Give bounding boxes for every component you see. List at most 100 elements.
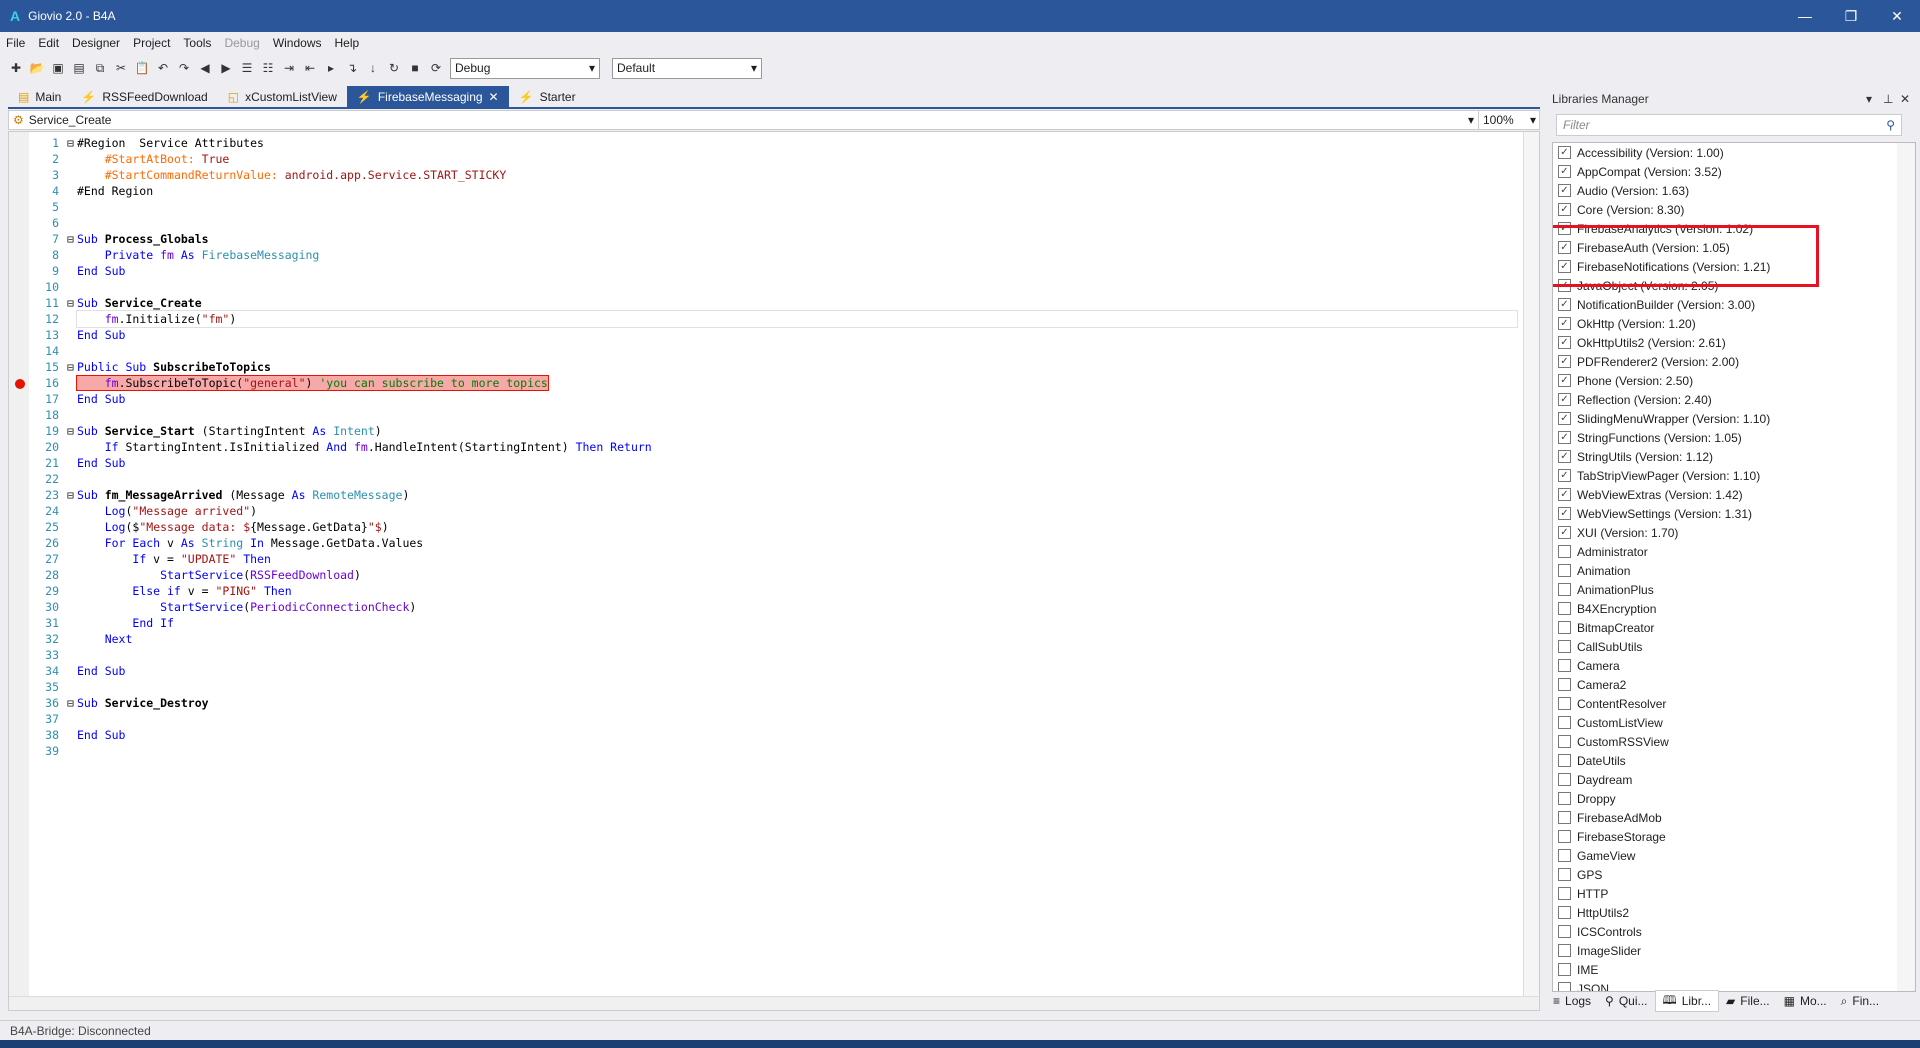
code-line[interactable]: 34 End Sub	[29, 663, 1517, 679]
step-into-icon[interactable]: ↓	[365, 60, 381, 76]
uncomment-icon[interactable]: ☷	[260, 60, 276, 76]
library-checkbox[interactable]	[1558, 963, 1571, 976]
library-checkbox[interactable]	[1558, 792, 1571, 805]
library-checkbox[interactable]: ✓	[1558, 393, 1571, 406]
code-line[interactable]: 2 #StartAtBoot: True	[29, 151, 1517, 167]
library-item[interactable]: HttpUtils2	[1553, 903, 1915, 922]
menu-project[interactable]: Project	[133, 36, 170, 50]
code-line[interactable]: 30 StartService(PeriodicConnectionCheck)	[29, 599, 1517, 615]
library-checkbox[interactable]	[1558, 906, 1571, 919]
code-line[interactable]: 28 StartService(RSSFeedDownload)	[29, 567, 1517, 583]
code-line[interactable]: 9 End Sub	[29, 263, 1517, 279]
panel-menu-icon[interactable]: ▾	[1866, 92, 1872, 106]
library-checkbox[interactable]	[1558, 659, 1571, 672]
library-checkbox[interactable]: ✓	[1558, 412, 1571, 425]
code-line[interactable]: 23 ⊟ Sub fm_MessageArrived (Message As Rem…	[29, 487, 1517, 503]
library-checkbox[interactable]	[1558, 640, 1571, 653]
menu-tools[interactable]: Tools	[183, 36, 211, 50]
restore-button[interactable]: ❐	[1828, 0, 1874, 32]
library-item[interactable]: ✓ XUI (Version: 1.70)	[1553, 523, 1915, 542]
library-item[interactable]: Administrator	[1553, 542, 1915, 561]
paste-icon[interactable]: 📋	[134, 60, 150, 76]
library-item[interactable]: ✓ Accessibility (Version: 1.00)	[1553, 143, 1915, 162]
stop-icon[interactable]: ■	[407, 60, 423, 76]
tab-starter[interactable]: ⚡ Starter	[509, 86, 586, 107]
code-line[interactable]: 36 ⊟ Sub Service_Destroy	[29, 695, 1517, 711]
copy-icon[interactable]: ⧉	[92, 60, 108, 76]
code-line[interactable]: 26 For Each v As String In Message.GetDa…	[29, 535, 1517, 551]
library-item[interactable]: ✓ Reflection (Version: 2.40)	[1553, 390, 1915, 409]
library-item[interactable]: ✓ PDFRenderer2 (Version: 2.00)	[1553, 352, 1915, 371]
library-checkbox[interactable]	[1558, 735, 1571, 748]
restart-icon[interactable]: ⟳	[428, 60, 444, 76]
code-line[interactable]: 38 End Sub	[29, 727, 1517, 743]
library-checkbox[interactable]: ✓	[1558, 165, 1571, 178]
library-checkbox[interactable]	[1558, 868, 1571, 881]
tab-rssfeeddownload[interactable]: ⚡ RSSFeedDownload	[71, 86, 217, 107]
vertical-scrollbar[interactable]	[1523, 132, 1539, 1010]
library-checkbox[interactable]	[1558, 830, 1571, 843]
library-checkbox[interactable]: ✓	[1558, 469, 1571, 482]
code-line[interactable]: 5	[29, 199, 1517, 215]
code-line[interactable]: 14	[29, 343, 1517, 359]
code-line[interactable]: 25 Log($"Message data: ${Message.GetData…	[29, 519, 1517, 535]
code-line[interactable]: 6	[29, 215, 1517, 231]
code-line[interactable]: 35	[29, 679, 1517, 695]
library-list-scrollbar[interactable]	[1897, 143, 1915, 991]
library-checkbox[interactable]	[1558, 887, 1571, 900]
code-line[interactable]: 3 #StartCommandReturnValue: android.app.…	[29, 167, 1517, 183]
config-select[interactable]: Default ▾	[612, 57, 762, 79]
indent-icon[interactable]: ⇥	[281, 60, 297, 76]
tab-firebasemessaging[interactable]: ⚡ FirebaseMessaging ✕	[346, 86, 509, 107]
panel-tab-libr[interactable]: 🕮 Libr...	[1654, 990, 1720, 1012]
library-item[interactable]: ✓ WebViewExtras (Version: 1.42)	[1553, 485, 1915, 504]
code-line[interactable]: 29 Else if v = "PING" Then	[29, 583, 1517, 599]
library-item[interactable]: ✓ NotificationBuilder (Version: 3.00)	[1553, 295, 1915, 314]
library-checkbox[interactable]: ✓	[1558, 336, 1571, 349]
library-item[interactable]: CustomRSSView	[1553, 732, 1915, 751]
library-checkbox[interactable]: ✓	[1558, 526, 1571, 539]
library-item[interactable]: Daydream	[1553, 770, 1915, 789]
code-editor[interactable]: 1 ⊟ #Region Service Attributes 2 #StartAtBo…	[8, 131, 1540, 1011]
code-line[interactable]: 37	[29, 711, 1517, 727]
save-all-icon[interactable]: ▤	[71, 60, 87, 76]
library-checkbox[interactable]	[1558, 678, 1571, 691]
breakpoint-icon[interactable]	[15, 379, 25, 389]
library-item[interactable]: ✓ StringUtils (Version: 1.12)	[1553, 447, 1915, 466]
library-item[interactable]: ✓ Audio (Version: 1.63)	[1553, 181, 1915, 200]
save-icon[interactable]: ▣	[50, 60, 66, 76]
close-panel-icon[interactable]: ✕	[1900, 92, 1910, 106]
library-item[interactable]: ✓ WebViewSettings (Version: 1.31)	[1553, 504, 1915, 523]
run-icon[interactable]: ▸	[323, 60, 339, 76]
panel-tab-logs[interactable]: ≡ Logs	[1546, 990, 1598, 1012]
library-checkbox[interactable]: ✓	[1558, 507, 1571, 520]
library-checkbox[interactable]	[1558, 583, 1571, 596]
panel-tab-fin[interactable]: ⌕ Fin...	[1834, 990, 1886, 1012]
library-checkbox[interactable]: ✓	[1558, 184, 1571, 197]
library-item[interactable]: ✓ SlidingMenuWrapper (Version: 1.10)	[1553, 409, 1915, 428]
library-checkbox[interactable]	[1558, 773, 1571, 786]
library-item[interactable]: AnimationPlus	[1553, 580, 1915, 599]
library-checkbox[interactable]	[1558, 716, 1571, 729]
library-item[interactable]: CallSubUtils	[1553, 637, 1915, 656]
step-over-icon[interactable]: ↻	[386, 60, 402, 76]
library-item[interactable]: ✓ Phone (Version: 2.50)	[1553, 371, 1915, 390]
code-line[interactable]: 21 End Sub	[29, 455, 1517, 471]
new-file-icon[interactable]: ✚	[8, 60, 24, 76]
code-area[interactable]: 1 ⊟ #Region Service Attributes 2 #StartAtBo…	[15, 135, 1518, 759]
code-line[interactable]: 4 #End Region	[29, 183, 1517, 199]
library-checkbox[interactable]	[1558, 564, 1571, 577]
library-checkbox[interactable]	[1558, 944, 1571, 957]
back-icon[interactable]: ◀	[197, 60, 213, 76]
code-line[interactable]: 27 If v = "UPDATE" Then	[29, 551, 1517, 567]
library-checkbox[interactable]: ✓	[1558, 374, 1571, 387]
library-item[interactable]: B4XEncryption	[1553, 599, 1915, 618]
code-line[interactable]: 13 End Sub	[29, 327, 1517, 343]
close-button[interactable]: ✕	[1874, 0, 1920, 32]
library-item[interactable]: ✓ StringFunctions (Version: 1.05)	[1553, 428, 1915, 447]
library-checkbox[interactable]	[1558, 925, 1571, 938]
library-item[interactable]: Droppy	[1553, 789, 1915, 808]
library-checkbox[interactable]	[1558, 621, 1571, 634]
forward-icon[interactable]: ▶	[218, 60, 234, 76]
code-line[interactable]: 1 ⊟ #Region Service Attributes	[29, 135, 1517, 151]
